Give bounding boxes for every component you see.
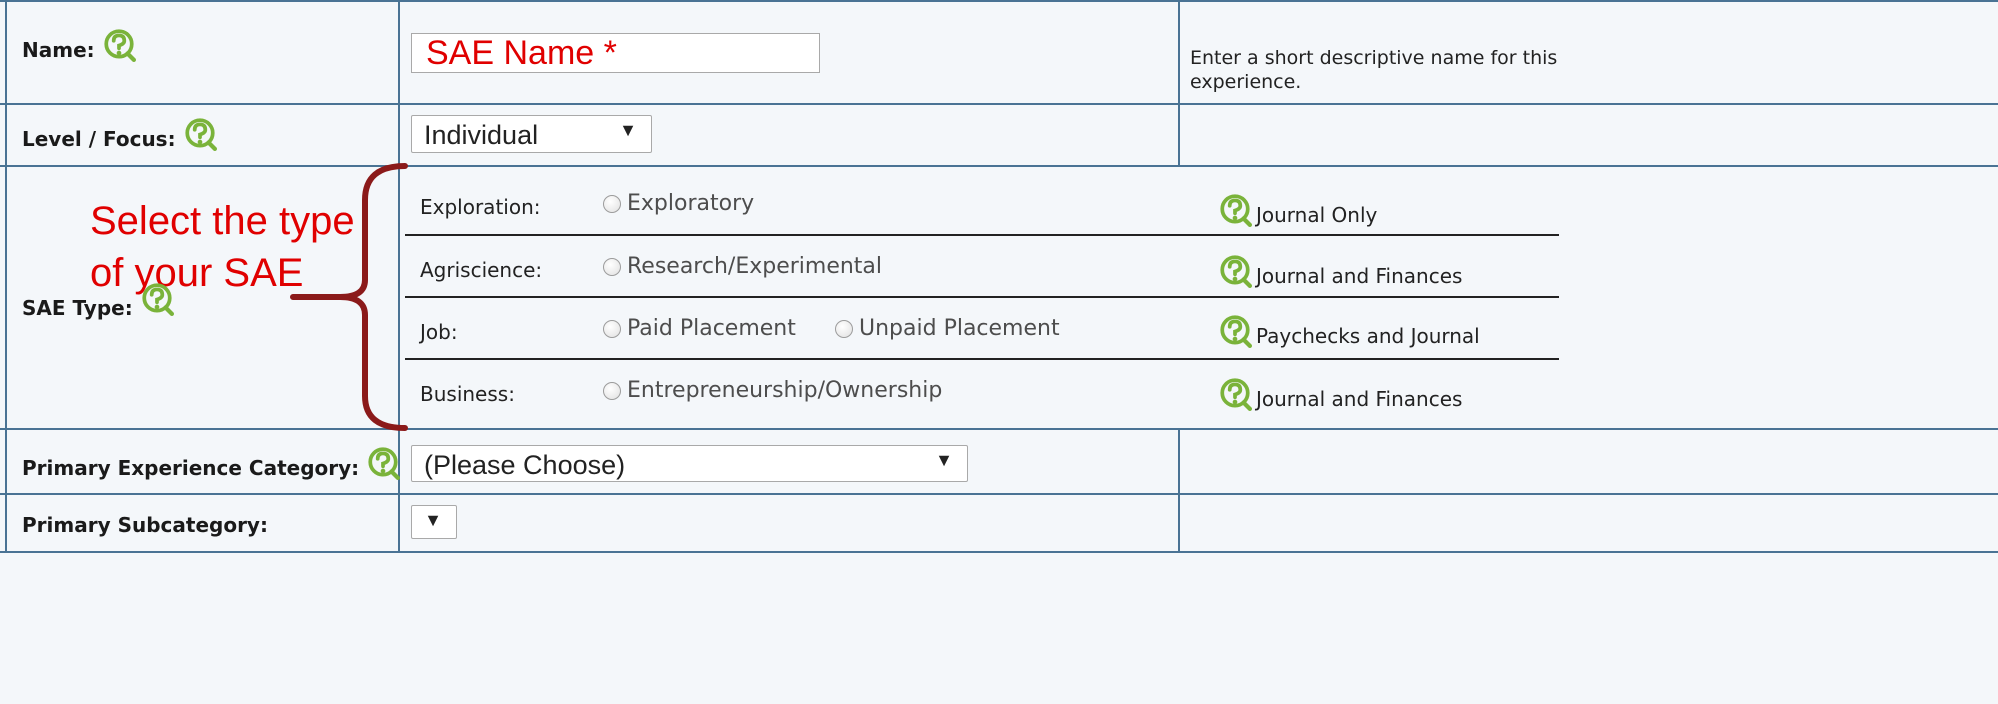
primary-category-select[interactable]: (Please Choose) ▼ bbox=[411, 445, 968, 482]
primary-subcategory-label: Primary Subcategory: bbox=[22, 513, 268, 537]
grid-line bbox=[0, 0, 1998, 2]
grid-line bbox=[0, 551, 1998, 553]
note-text: Journal Only bbox=[1256, 203, 1378, 227]
chevron-down-icon: ▼ bbox=[619, 120, 637, 140]
note-job: Paychecks and Journal bbox=[1218, 314, 1480, 348]
radio-paid-placement[interactable]: Paid Placement bbox=[603, 316, 796, 341]
note-text: Paychecks and Journal bbox=[1256, 324, 1480, 348]
radio-label: Unpaid Placement bbox=[859, 316, 1060, 341]
sae-form: Name: Enter a short descriptive name for… bbox=[0, 0, 1998, 704]
grid-line bbox=[1178, 428, 1180, 552]
level-focus-select[interactable]: Individual ▼ bbox=[411, 115, 652, 153]
level-focus-label-wrap: Level / Focus: bbox=[22, 127, 217, 151]
note-business: Journal and Finances bbox=[1218, 377, 1462, 411]
brace-annotation bbox=[290, 163, 408, 431]
radio-circle[interactable] bbox=[835, 319, 853, 338]
sae-type-label-wrap: SAE Type: bbox=[22, 296, 174, 320]
radio-unpaid-placement[interactable]: Unpaid Placement bbox=[835, 316, 1060, 341]
name-label: Name: bbox=[22, 38, 95, 62]
radio-label: Paid Placement bbox=[627, 316, 796, 341]
row-divider bbox=[405, 234, 1559, 236]
level-focus-value: Individual bbox=[424, 120, 539, 150]
help-question-icon[interactable] bbox=[102, 28, 136, 62]
help-question-icon[interactable] bbox=[1218, 377, 1252, 411]
category-job: Job: bbox=[420, 320, 458, 344]
level-focus-label: Level / Focus: bbox=[22, 127, 176, 151]
grid-line bbox=[1178, 0, 1180, 166]
grid-line bbox=[0, 493, 1998, 495]
row-divider bbox=[405, 296, 1559, 298]
radio-circle[interactable] bbox=[603, 257, 621, 276]
radio-circle[interactable] bbox=[603, 194, 621, 213]
radio-label: Entrepreneurship/Ownership bbox=[627, 378, 943, 403]
help-question-icon[interactable] bbox=[366, 446, 400, 480]
sae-name-field[interactable] bbox=[411, 33, 820, 73]
note-agriscience: Journal and Finances bbox=[1218, 254, 1462, 288]
help-question-icon[interactable] bbox=[1218, 254, 1252, 288]
help-question-icon[interactable] bbox=[183, 117, 217, 151]
radio-exploratory[interactable]: Exploratory bbox=[603, 191, 754, 216]
radio-label: Exploratory bbox=[627, 191, 755, 216]
primary-category-label-wrap: Primary Experience Category: bbox=[22, 456, 400, 480]
radio-entrepreneurship-ownership[interactable]: Entrepreneurship/Ownership bbox=[603, 378, 942, 403]
note-text: Journal and Finances bbox=[1256, 264, 1463, 288]
name-description: Enter a short descriptive name for this … bbox=[1190, 47, 1558, 93]
primary-category-label: Primary Experience Category: bbox=[22, 456, 360, 480]
primary-subcategory-select[interactable]: ▼ bbox=[411, 505, 457, 539]
chevron-down-icon: ▼ bbox=[424, 510, 442, 530]
sae-type-label: SAE Type: bbox=[22, 296, 133, 320]
category-agriscience: Agriscience: bbox=[420, 258, 543, 282]
grid-line bbox=[0, 103, 1998, 105]
help-question-icon[interactable] bbox=[1218, 314, 1252, 348]
sae-name-input[interactable] bbox=[412, 34, 819, 72]
category-business: Business: bbox=[420, 382, 515, 406]
help-question-icon[interactable] bbox=[140, 282, 174, 316]
row-divider bbox=[405, 358, 1559, 360]
radio-label: Research/Experimental bbox=[627, 254, 883, 279]
chevron-down-icon: ▼ bbox=[935, 450, 953, 470]
primary-category-value: (Please Choose) bbox=[424, 450, 626, 480]
radio-circle[interactable] bbox=[603, 319, 621, 338]
radio-circle[interactable] bbox=[603, 381, 621, 400]
category-exploration: Exploration: bbox=[420, 195, 541, 219]
radio-research-experimental[interactable]: Research/Experimental bbox=[603, 254, 882, 279]
note-exploration: Journal Only bbox=[1218, 193, 1377, 227]
grid-line bbox=[5, 0, 7, 552]
help-question-icon[interactable] bbox=[1218, 193, 1252, 227]
name-label-wrap: Name: bbox=[22, 38, 136, 62]
note-text: Journal and Finances bbox=[1256, 387, 1463, 411]
